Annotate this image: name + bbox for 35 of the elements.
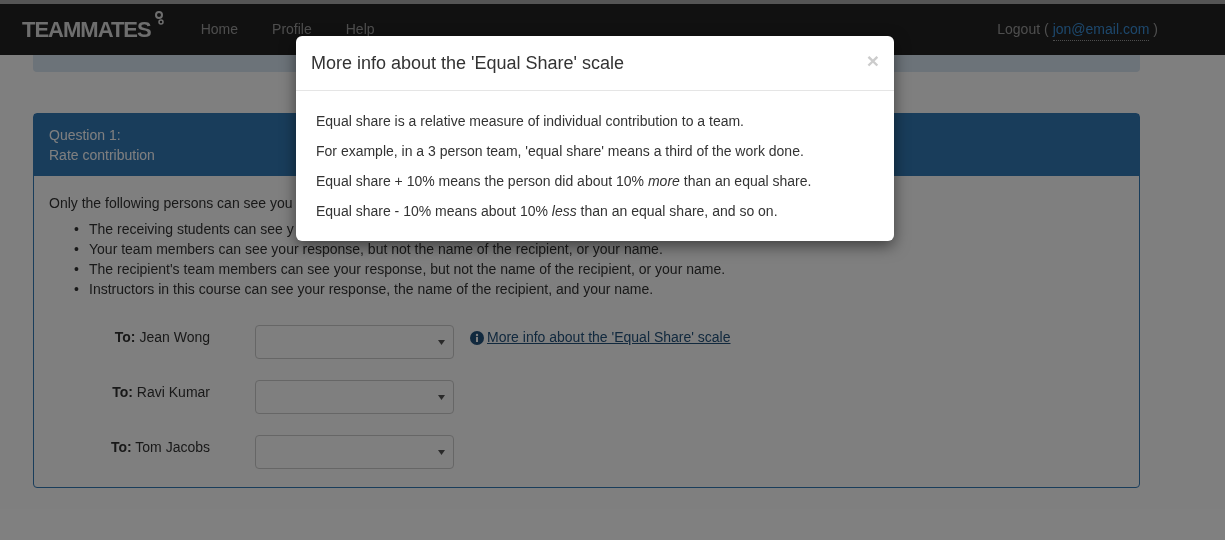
bullet-mark: • bbox=[74, 240, 80, 259]
share-select[interactable] bbox=[255, 435, 454, 469]
caret-icon bbox=[438, 449, 445, 455]
question-number: Question 1: bbox=[49, 126, 121, 145]
nav-link[interactable]: Profile bbox=[255, 19, 329, 40]
nav-link[interactable]: Home bbox=[183, 19, 256, 40]
caret-icon bbox=[438, 394, 445, 400]
modal-paragraph: Equal share is a relative measure of individual contribution to a team. bbox=[316, 112, 744, 131]
email-link[interactable]: jon@email.com bbox=[1052, 18, 1150, 41]
caret-icon bbox=[438, 339, 445, 345]
close-button[interactable]: × bbox=[866, 49, 879, 71]
question-title: Rate contribution bbox=[49, 146, 155, 165]
bullet-mark: • bbox=[74, 280, 80, 299]
visibility-intro: Only the following persons can see you bbox=[49, 194, 293, 213]
share-select[interactable] bbox=[255, 325, 454, 359]
visibility-item: Instructors in this course can see your response, the name of the recipient, and your name. bbox=[89, 280, 654, 299]
visibility-item: Your team members can see your response, but not the name of the recipient, or your name. bbox=[89, 240, 663, 259]
parenthesis-text: ) bbox=[1153, 20, 1158, 39]
info-icon bbox=[470, 330, 484, 345]
modal-paragraph: For example, in a 3 person team, 'equal share' means a third of the work done. bbox=[316, 142, 804, 161]
nav-link[interactable]: Help bbox=[328, 19, 392, 40]
visibility-item: The receiving students can see y bbox=[89, 220, 294, 239]
share-select[interactable] bbox=[255, 380, 454, 414]
modal-title: More info about the 'Equal Share' scale bbox=[311, 51, 625, 75]
recipient-label: To: Jean Wong bbox=[114, 328, 210, 347]
logout-label[interactable]: Logout ( bbox=[997, 19, 1049, 40]
bullet-mark: • bbox=[74, 220, 80, 239]
modal-paragraph: Equal share - 10% means about 10% less than an equal share, and so on. bbox=[316, 202, 778, 221]
modal-paragraph: Equal share + 10% means the person did about 10% more than an equal share. bbox=[316, 172, 812, 191]
recipient-label: To: Tom Jacobs bbox=[110, 438, 210, 457]
info-link[interactable]: More info about the 'Equal Share' scale bbox=[470, 325, 731, 348]
bullet-mark: • bbox=[74, 260, 80, 279]
visibility-item: The recipient's team members can see your response, but not the name of the recipient, or your name. bbox=[89, 260, 726, 279]
brand-logo[interactable]: TEAMMATES bbox=[22, 13, 151, 46]
recipient-label: To: Ravi Kumar bbox=[112, 383, 210, 402]
